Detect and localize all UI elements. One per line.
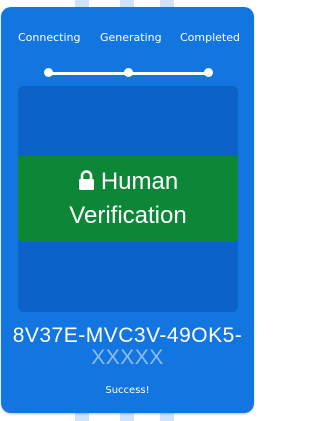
progress-steps: Connecting Generating Completed (1, 31, 254, 47)
generated-code: 8V37E-MVC3V-49OK5- XXXXX (1, 325, 254, 369)
status-text: Success! (105, 385, 150, 396)
code-visible: 8V37E-MVC3V-49OK5- (12, 324, 243, 347)
verification-label-line1: Human (18, 165, 238, 199)
verification-card: Connecting Generating Completed Human Ve… (1, 7, 254, 413)
human-verification-button[interactable]: Human Verification (18, 156, 238, 242)
step-dot-generating (124, 68, 133, 77)
step-generating-label: Generating (100, 31, 162, 44)
step-dot-connecting (44, 68, 53, 77)
step-connecting-label: Connecting (18, 31, 81, 44)
verification-label-text-1: Human (100, 168, 179, 195)
verification-label-line2: Verification (69, 202, 187, 229)
code-masked: XXXXX (91, 346, 164, 369)
step-dot-completed (204, 68, 213, 77)
lock-icon (78, 170, 94, 190)
step-completed-label: Completed (180, 31, 240, 44)
